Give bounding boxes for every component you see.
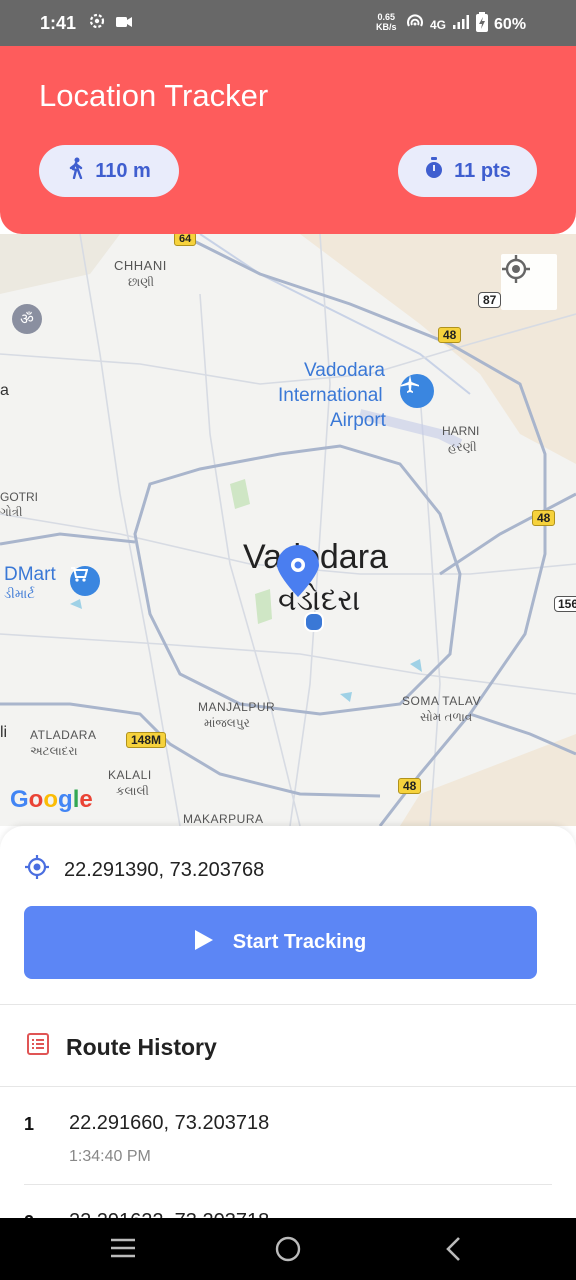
shopping-cart-icon[interactable] <box>70 566 100 596</box>
play-icon <box>194 929 213 956</box>
highway-shield-48-bottom: 48 <box>398 778 422 794</box>
list-item[interactable]: 2 22.291622, 73.203718 <box>0 1208 576 1218</box>
section-divider <box>0 1004 576 1005</box>
map-label-edge-li: li <box>0 724 8 741</box>
battery-percent: 60% <box>494 15 527 33</box>
map-label-dmart: DMart <box>4 564 56 585</box>
map-label-harni: HARNI <box>442 424 480 438</box>
highway-shield-48-top: 48 <box>438 327 462 343</box>
current-coords-row: 22.291390, 73.203768 <box>24 854 264 886</box>
gps-target-icon <box>24 854 50 886</box>
map-label-manjalpur: MANJALPUR <box>198 700 276 714</box>
network-type: 4G <box>430 17 447 32</box>
map-label-edge-a: a <box>0 382 9 399</box>
map-label-airport-1: Vadodara <box>304 360 385 381</box>
status-time: 1:41 <box>40 13 77 33</box>
section-divider <box>0 1086 576 1087</box>
row-divider <box>24 1184 552 1185</box>
map-label-harni-gu: હરણી <box>448 440 477 454</box>
route-history-header: Route History <box>26 1032 217 1062</box>
map-label-airport-2: International <box>278 385 383 406</box>
current-coords-text: 22.291390, 73.203768 <box>64 858 265 881</box>
history-coords: 22.291622, 73.203718 <box>69 1210 269 1218</box>
settings-gear-icon <box>88 12 106 35</box>
app-title: Location Tracker <box>39 78 269 113</box>
highway-shield-64: 64 <box>174 234 197 246</box>
video-camera-icon <box>116 15 132 33</box>
points-value: 11 pts <box>454 159 511 182</box>
system-nav-bar <box>0 1218 576 1280</box>
temple-om-icon[interactable]: ॐ <box>12 304 42 334</box>
history-coords: 22.291660, 73.203718 <box>69 1112 270 1134</box>
start-tracking-button[interactable]: Start Tracking <box>24 906 537 979</box>
map-label-manjalpur-gu: માંજલપુર <box>204 716 250 730</box>
battery-charging-icon <box>476 12 489 37</box>
map-label-chhani: CHHANI <box>114 258 167 273</box>
walking-person-icon <box>67 157 85 185</box>
status-bar: 1:41 0.65 KB/s 4G 60% <box>0 0 576 46</box>
map-label-makarpura: MAKARPURA <box>183 812 264 826</box>
distance-chip: 110 m <box>39 145 179 197</box>
stopwatch-icon <box>424 157 444 185</box>
map-label-airport-3: Airport <box>330 410 386 431</box>
google-attribution-logo: Google <box>10 786 93 813</box>
back-chevron-icon[interactable] <box>444 1236 462 1267</box>
hotspot-icon <box>406 14 424 35</box>
map-label-chhani-gu: છાણી <box>128 275 155 289</box>
points-chip: 11 pts <box>398 145 537 197</box>
map-label-gotri-gu: ગોત્રી <box>0 505 23 519</box>
recents-menu-icon[interactable] <box>110 1238 136 1263</box>
signal-icon <box>452 15 470 34</box>
net-speed-value: 0.65 <box>377 12 396 22</box>
app-header: Location Tracker 110 m 11 pts <box>0 46 576 234</box>
map-label-gotri: GOTRI <box>0 490 38 504</box>
route-history-title: Route History <box>66 1033 217 1060</box>
start-tracking-label: Start Tracking <box>232 931 367 953</box>
map-label-atladara: ATLADARA <box>30 728 97 742</box>
map-label-kalali-gu: કલાલી <box>116 784 149 798</box>
airport-pin-icon[interactable] <box>400 374 434 408</box>
map-label-soma-talav: SOMA TALAV <box>402 694 482 708</box>
highway-shield-48-right: 48 <box>532 510 556 526</box>
map-label-dmart-gu: ડીમાર્ટ <box>4 586 35 601</box>
map-label-atladara-gu: અટલાદરા <box>30 744 78 758</box>
map-view[interactable]: CHHANI છાણી Vadodara International Airpo… <box>0 234 576 826</box>
home-circle-icon[interactable] <box>275 1236 301 1267</box>
highway-shield-148m: 148M <box>126 732 167 748</box>
net-speed: 0.65 KB/s <box>376 12 397 32</box>
highway-shield-156: 156 <box>554 596 576 612</box>
map-label-soma-talav-gu: સોમ તળાવ <box>420 710 473 724</box>
history-index: 1 <box>24 1114 35 1134</box>
map-label-kalali: KALALI <box>108 768 152 782</box>
net-speed-unit: KB/s <box>376 22 397 32</box>
tracking-panel: 22.291390, 73.203768 Start Tracking Rout… <box>0 826 576 1218</box>
current-location-dot <box>304 612 324 632</box>
recenter-button[interactable] <box>501 254 557 310</box>
highway-shield-87: 87 <box>478 292 502 308</box>
distance-value: 110 m <box>95 159 151 182</box>
list-icon <box>26 1032 50 1062</box>
history-time: 1:34:40 PM <box>69 1148 151 1165</box>
